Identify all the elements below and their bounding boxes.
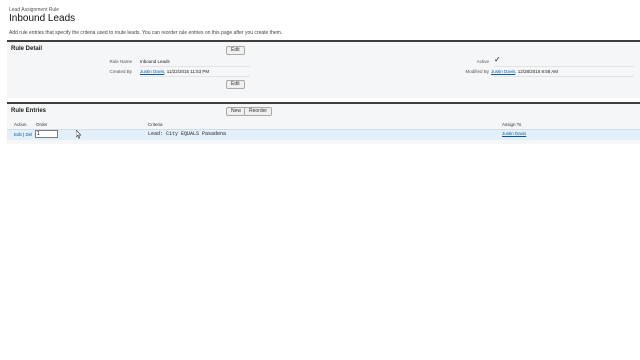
rule-name-label: Rule Name [109,59,132,64]
created-by-label: Created By [109,69,132,74]
rule-detail-section: Rule Detail Edit Rule Name Inbound Leads… [7,40,640,98]
modified-by-label: Modified By [465,69,489,74]
assign-to-user-link[interactable]: Justin Davis [502,131,526,136]
modified-by-user-link[interactable]: Justin Davis [491,69,515,74]
order-input[interactable] [35,130,58,138]
rule-detail-title: Rule Detail [11,46,43,52]
table-row [7,129,640,140]
edit-button-bottom[interactable]: Edit [226,80,245,89]
column-header-assign-to: Assign To [502,122,522,127]
criteria-cell: Lead: City EQUALS Pasadena [148,131,227,137]
column-header-action: Action [14,122,27,127]
divider [140,76,250,77]
active-checkmark-icon: ✓ [494,55,501,64]
rule-entries-title: Rule Entries [11,108,47,114]
page-title: Inbound Leads [9,13,76,24]
mouse-pointer-icon [76,130,82,139]
created-by-date: , 11/22/2015 11:53 PM [164,69,210,74]
page-description: Add rule entries that specify the criter… [9,30,283,36]
reorder-button[interactable]: Reorder [244,107,273,116]
delete-link[interactable]: Del [25,132,32,137]
created-by-user-link[interactable]: Justin Davis [140,69,164,74]
column-header-order: Order [36,122,48,127]
column-header-criteria: Criteria [148,122,163,127]
new-button[interactable]: New [226,107,247,116]
divider [494,76,634,77]
modified-by-value: Justin Davis, 12/28/2015 8:58 AM [491,69,558,74]
divider [494,66,634,67]
row-actions: Edit | Del [14,132,32,137]
edit-button-top[interactable]: Edit [226,46,245,55]
edit-link[interactable]: Edit [14,132,22,137]
modified-by-date: , 12/28/2015 8:58 AM [515,69,559,74]
created-by-value: Justin Davis, 11/22/2015 11:53 PM [140,69,209,74]
rule-name-value: Inbound Leads [140,59,170,64]
active-label: Active [476,59,489,64]
divider [140,66,250,67]
